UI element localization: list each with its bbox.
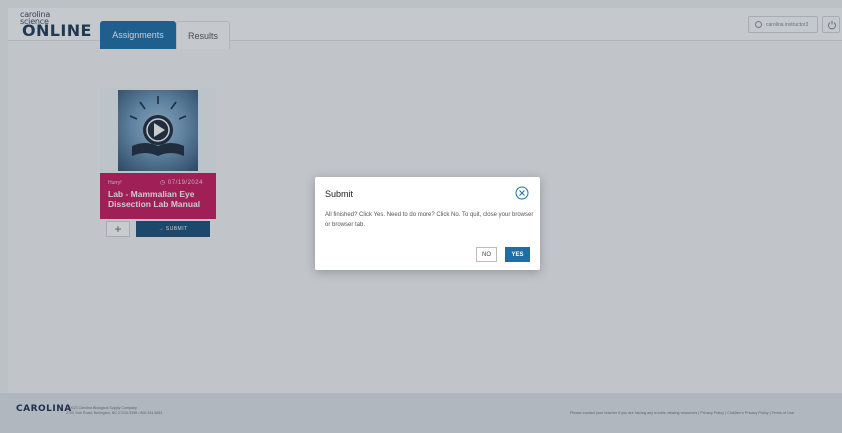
close-icon (515, 186, 529, 200)
no-button[interactable]: NO (476, 247, 497, 262)
dialog-title: Submit (325, 189, 354, 199)
dialog-message: All finished? Click Yes. Need to do more… (325, 212, 534, 228)
close-dialog-button[interactable] (515, 186, 529, 205)
yes-button[interactable]: YES (505, 247, 530, 262)
submit-dialog: Submit All finished? Click Yes. Need to … (315, 177, 540, 270)
